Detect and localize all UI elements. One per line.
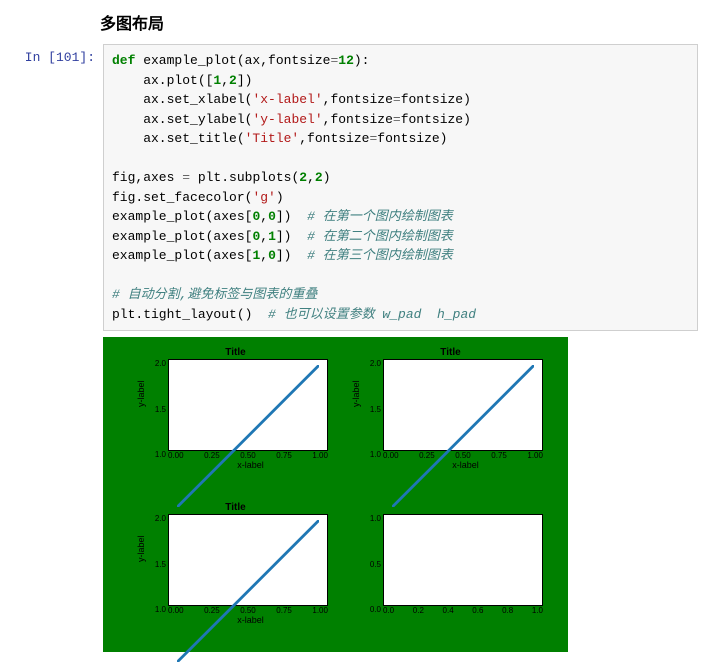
code-str: 'Title'	[245, 131, 300, 146]
axes-title: Title	[138, 347, 333, 359]
y-label: y-label	[136, 535, 146, 562]
tick: 1.5	[361, 405, 381, 414]
code-text: ,	[307, 170, 315, 185]
code-text: fontsize)	[401, 112, 471, 127]
code-text: ])	[276, 229, 307, 244]
code-text: example_plot(axes[	[112, 229, 252, 244]
tick: 0.6	[472, 606, 483, 615]
line-series	[392, 365, 534, 507]
code-text: )	[323, 170, 331, 185]
tick: 2.0	[146, 359, 166, 368]
code-comment: # 在第三个图内绘制图表	[307, 248, 453, 263]
y-label: y-label	[351, 380, 361, 407]
code-text: ax.plot([	[112, 73, 213, 88]
code-text: plt.subplots(	[190, 170, 299, 185]
matplotlib-figure: Title y-label 1.0 1.5 2.0 0.00 0.25 0.50…	[103, 337, 568, 652]
code-op: =	[182, 170, 190, 185]
tick: 0.2	[413, 606, 424, 615]
line-series	[177, 520, 319, 662]
axes-title: Title	[138, 502, 333, 514]
code-text: ,fontsize	[323, 112, 393, 127]
subplot-3: Title y-label 1.0 1.5 2.0 0.00 0.25 0.50…	[138, 502, 333, 642]
kw-def: def	[112, 53, 135, 68]
code-str: 'y-label'	[252, 112, 322, 127]
code-text: fontsize)	[377, 131, 447, 146]
code-num: 1	[268, 229, 276, 244]
tick: 0.8	[502, 606, 513, 615]
code-comment: # 在第一个图内绘制图表	[307, 209, 453, 224]
code-comment: # 也可以设置参数 w_pad h_pad	[268, 307, 476, 322]
input-prompt: In [101]:	[10, 44, 103, 65]
tick: 1.5	[146, 560, 166, 569]
code-comment: # 自动分割,避免标签与图表的重叠	[112, 287, 317, 302]
subplot-4-empty: 0.0 0.5 1.0 0.0 0.2 0.4 0.6 0.8 1.0	[353, 502, 548, 642]
code-text: ,fontsize	[299, 131, 369, 146]
code-text: example_plot(ax,fontsize	[135, 53, 330, 68]
code-text: fontsize)	[401, 92, 471, 107]
plot-area	[383, 359, 543, 451]
y-label: y-label	[136, 380, 146, 407]
axes-title	[353, 502, 548, 514]
y-ticks: 0.0 0.5 1.0	[361, 514, 381, 614]
line-series	[177, 365, 319, 507]
code-num: 0	[268, 248, 276, 263]
subplot-2: Title y-label 1.0 1.5 2.0 0.00 0.25 0.50…	[353, 347, 548, 487]
y-ticks: 1.0 1.5 2.0	[146, 359, 166, 459]
tick: 0.0	[361, 605, 381, 614]
code-num: 2	[229, 73, 237, 88]
tick: 1.0	[361, 450, 381, 459]
tick: 0.0	[383, 606, 394, 615]
code-num: 2	[299, 170, 307, 185]
code-num: 0	[268, 209, 276, 224]
code-text: ])	[237, 73, 253, 88]
code-op: =	[393, 112, 401, 127]
tick: 1.0	[146, 605, 166, 614]
code-text: ,fontsize	[323, 92, 393, 107]
code-text: ,	[221, 73, 229, 88]
output-area: Title y-label 1.0 1.5 2.0 0.00 0.25 0.50…	[103, 337, 698, 652]
y-ticks: 1.0 1.5 2.0	[146, 514, 166, 614]
section-heading: 多图布局	[100, 10, 698, 34]
code-text: fig.set_facecolor(	[112, 190, 252, 205]
code-text: ax.set_ylabel(	[112, 112, 252, 127]
plot-area	[168, 359, 328, 451]
notebook-cell: In [101]: def example_plot(ax,fontsize = 1…	[10, 44, 698, 331]
code-text: ):	[354, 53, 370, 68]
code-text: ])	[276, 209, 307, 224]
code-num: 12	[338, 53, 354, 68]
code-text: ,	[260, 209, 268, 224]
code-text: ,	[260, 248, 268, 263]
code-text: example_plot(axes[	[112, 248, 252, 263]
tick: 0.4	[443, 606, 454, 615]
code-input: def example_plot(ax,fontsize=12): ax.plo…	[103, 44, 698, 331]
code-text: plt.tight_layout()	[112, 307, 268, 322]
plot-area	[168, 514, 328, 606]
axes-title: Title	[353, 347, 548, 359]
tick: 1.0	[532, 606, 543, 615]
tick: 0.5	[361, 560, 381, 569]
code-str: 'x-label'	[252, 92, 322, 107]
y-ticks: 1.0 1.5 2.0	[361, 359, 381, 459]
plot-area	[383, 514, 543, 606]
code-str: 'g'	[252, 190, 275, 205]
code-comment: # 在第二个图内绘制图表	[307, 229, 453, 244]
code-op: =	[393, 92, 401, 107]
subplot-1: Title y-label 1.0 1.5 2.0 0.00 0.25 0.50…	[138, 347, 333, 487]
code-text: ax.set_xlabel(	[112, 92, 252, 107]
code-text: fig,axes	[112, 170, 182, 185]
code-text: example_plot(axes[	[112, 209, 252, 224]
code-text: ,	[260, 229, 268, 244]
tick: 1.0	[361, 514, 381, 523]
x-ticks: 0.0 0.2 0.4 0.6 0.8 1.0	[383, 606, 543, 615]
tick: 2.0	[361, 359, 381, 368]
tick: 1.0	[146, 450, 166, 459]
tick: 1.5	[146, 405, 166, 414]
code-num: 2	[315, 170, 323, 185]
code-text: )	[276, 190, 284, 205]
code-text: ax.set_title(	[112, 131, 245, 146]
tick: 2.0	[146, 514, 166, 523]
code-text: ])	[276, 248, 307, 263]
